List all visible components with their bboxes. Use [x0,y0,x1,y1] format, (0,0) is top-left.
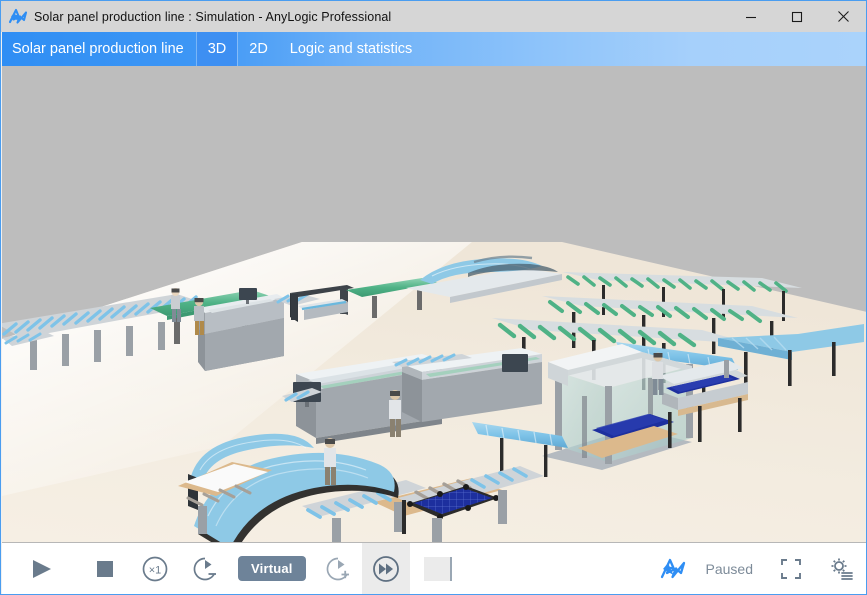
tab-2d[interactable]: 2D [238,32,279,66]
minimize-button[interactable] [728,1,774,32]
fullscreen-button[interactable] [767,543,815,595]
worker-operator [389,390,401,437]
title-bar: Solar panel production line : Simulation… [1,1,866,32]
window-title: Solar panel production line : Simulation… [34,10,391,24]
virtual-time-toggle[interactable]: Virtual [238,556,306,581]
tab-3d[interactable]: 3D [196,32,239,66]
solar-panel-production-line-3d-model [2,66,867,542]
maximize-button[interactable] [774,1,820,32]
settings-button[interactable] [815,543,867,595]
slow-down-button[interactable] [180,543,230,595]
fast-forward-button[interactable] [362,543,410,595]
3d-viewport[interactable] [2,66,867,542]
svg-text:×1: ×1 [149,564,162,576]
tab-root-model[interactable]: Solar panel production line [2,32,196,66]
simulation-status: Paused [706,561,753,577]
run-button[interactable] [2,543,80,595]
tab-bar: Solar panel production line 3D 2D Logic … [2,32,867,66]
worker-operator [324,438,336,485]
speed-up-button[interactable] [314,543,362,595]
anylogic-logo-icon[interactable] [650,543,696,595]
worker-operator [194,298,204,335]
anylogic-logo-icon [7,7,29,27]
simulation-toolbar: ×1 Virtual [2,542,867,594]
simulation-speed-button[interactable]: ×1 [130,543,180,595]
stop-button[interactable] [80,543,130,595]
anylogic-simulation-window: Solar panel production line : Simulation… [0,0,867,595]
tab-logic-and-statistics[interactable]: Logic and statistics [279,32,424,66]
close-button[interactable] [820,1,866,32]
progress-indicator[interactable] [424,557,452,581]
window-controls [728,1,866,32]
